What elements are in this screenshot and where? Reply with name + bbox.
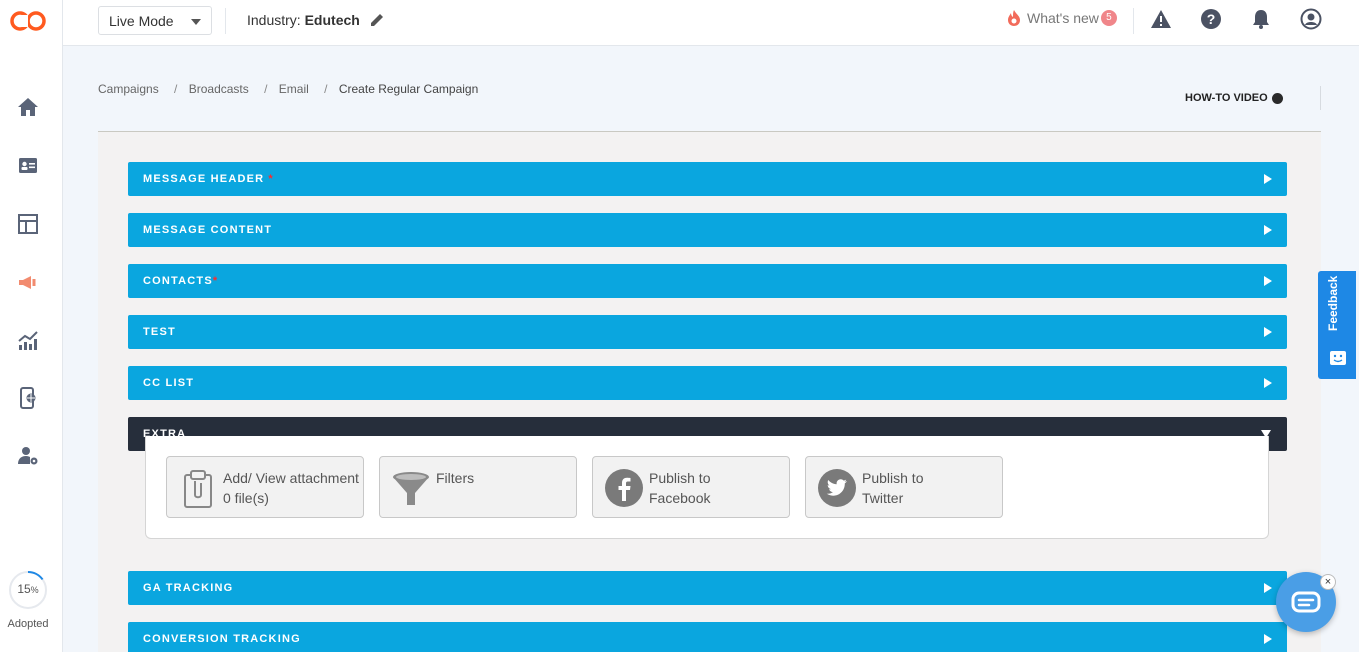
breadcrumb-separator: /: [324, 82, 328, 96]
sidebar: 15% Adopted: [0, 0, 63, 652]
campaign-form: MESSAGE HEADER * MESSAGE CONTENT CONTACTS…: [98, 131, 1321, 652]
breadcrumb-email[interactable]: Email: [279, 82, 309, 96]
twitter-icon: [816, 467, 858, 509]
tile-label: Add/ View attachment: [223, 470, 359, 486]
whats-new-count-badge: 5: [1100, 10, 1117, 26]
expand-arrow-icon: [1264, 378, 1272, 388]
divider: [225, 8, 226, 34]
contacts-card-icon[interactable]: [16, 154, 40, 178]
industry-indicator: Industry: Edutech: [247, 12, 360, 28]
accordion-label: TEST: [143, 326, 176, 338]
accordion-test[interactable]: TEST: [128, 315, 1287, 349]
breadcrumb: Campaigns / Broadcasts / Email / Create …: [98, 82, 482, 96]
feedback-label: Feedback: [1326, 275, 1340, 331]
mode-select-value: Live Mode: [109, 13, 174, 29]
mobile-web-icon[interactable]: [16, 386, 40, 410]
layout-icon[interactable]: [16, 212, 40, 236]
main-content: Campaigns / Broadcasts / Email / Create …: [63, 46, 1359, 652]
howto-video-label: HOW-TO VIDEO: [1185, 92, 1268, 104]
expand-arrow-icon: [1264, 174, 1272, 184]
expand-arrow-icon: [1264, 583, 1272, 593]
home-icon[interactable]: [16, 95, 40, 119]
industry-value: Edutech: [304, 12, 360, 28]
howto-video-button[interactable]: HOW-TO VIDEO: [1185, 92, 1283, 104]
user-avatar-icon[interactable]: [1300, 8, 1322, 30]
required-marker: *: [212, 275, 219, 287]
help-icon[interactable]: ?: [1200, 8, 1222, 30]
expand-arrow-icon: [1264, 276, 1272, 286]
megaphone-icon[interactable]: [16, 270, 40, 294]
required-marker: *: [268, 173, 274, 185]
publish-twitter-tile[interactable]: Publish to Twitter: [805, 456, 1003, 518]
divider: [1320, 86, 1321, 110]
facebook-icon: [603, 467, 645, 509]
breadcrumb-current: Create Regular Campaign: [338, 82, 479, 96]
tile-label: Publish to: [862, 470, 924, 486]
accordion-message-content[interactable]: MESSAGE CONTENT: [128, 213, 1287, 247]
bell-icon[interactable]: [1250, 8, 1272, 30]
adoption-label: Adopted: [7, 618, 49, 630]
accordion-label: GA TRACKING: [143, 582, 234, 594]
accordion-ga-tracking[interactable]: GA TRACKING: [128, 571, 1287, 605]
chevron-down-icon: [191, 19, 201, 25]
play-dot-icon: [1271, 92, 1283, 104]
publish-facebook-tile[interactable]: Publish to Facebook: [592, 456, 790, 518]
accordion-contacts[interactable]: CONTACTS*: [128, 264, 1287, 298]
tile-label-platform: Facebook: [649, 490, 711, 506]
attachment-tile[interactable]: Add/ View attachment 0 file(s): [166, 456, 364, 518]
breadcrumb-broadcasts[interactable]: Broadcasts: [189, 82, 249, 96]
tile-label: Publish to: [649, 470, 711, 486]
topbar: Live Mode Industry: Edutech What's new 5…: [63, 0, 1359, 46]
breadcrumb-separator: /: [264, 82, 268, 96]
accordion-cc-list[interactable]: CC LIST: [128, 366, 1287, 400]
attachment-count: 0 file(s): [223, 490, 269, 506]
expand-arrow-icon: [1264, 327, 1272, 337]
whats-new-label: What's new: [1027, 10, 1099, 26]
app-logo[interactable]: [8, 8, 48, 41]
clipboard-attachment-icon: [177, 467, 219, 509]
expand-arrow-icon: [1264, 634, 1272, 644]
accordion-label: CONTACTS: [143, 275, 213, 287]
accordion-message-header[interactable]: MESSAGE HEADER *: [128, 162, 1287, 196]
accordion-conversion-tracking[interactable]: CONVERSION TRACKING: [128, 622, 1287, 652]
user-settings-icon[interactable]: [16, 444, 40, 468]
edit-pencil-icon[interactable]: [369, 12, 385, 33]
accordion-label: CC LIST: [143, 377, 195, 389]
breadcrumb-separator: /: [174, 82, 178, 96]
accordion-label: MESSAGE HEADER: [143, 173, 265, 185]
adoption-percent: 15%: [17, 582, 39, 596]
filters-tile[interactable]: Filters: [379, 456, 577, 518]
expand-arrow-icon: [1264, 225, 1272, 235]
whats-new-button[interactable]: What's new 5: [1007, 9, 1117, 27]
flame-icon: [1008, 10, 1020, 26]
accordion-label: MESSAGE CONTENT: [143, 224, 273, 236]
feedback-tab[interactable]: Feedback: [1318, 271, 1356, 379]
tile-label: Filters: [436, 470, 475, 486]
tile-label-platform: Twitter: [862, 490, 904, 506]
breadcrumb-campaigns[interactable]: Campaigns: [98, 82, 159, 96]
analytics-icon[interactable]: [16, 329, 40, 353]
extra-panel: Add/ View attachment 0 file(s) Filters P…: [145, 436, 1269, 539]
accordion-label: CONVERSION TRACKING: [143, 633, 301, 645]
funnel-icon: [390, 467, 432, 509]
chat-close-button[interactable]: ×: [1320, 574, 1336, 590]
svg-text:?: ?: [1207, 11, 1216, 27]
divider: [1133, 8, 1134, 34]
mode-select[interactable]: Live Mode: [98, 6, 212, 35]
warning-icon[interactable]: [1150, 8, 1172, 30]
smiley-icon: [1330, 351, 1346, 365]
